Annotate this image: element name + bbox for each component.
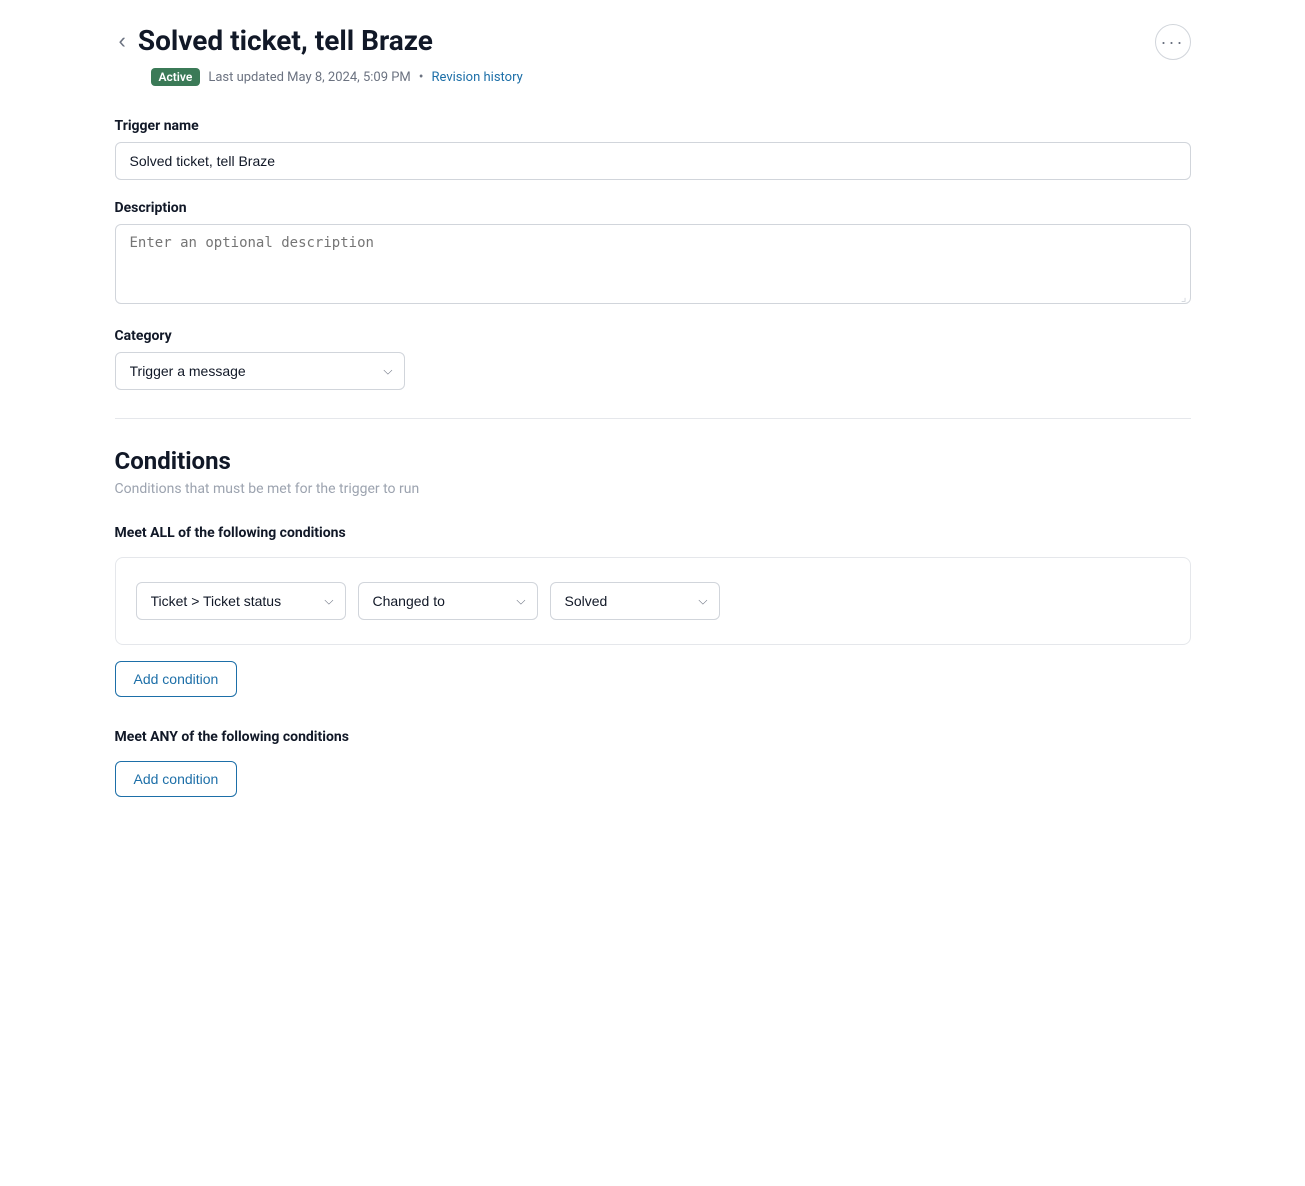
condition-operator-select[interactable]: Changed to	[358, 582, 538, 620]
page-title: Solved ticket, tell Braze	[138, 24, 433, 57]
description-wrapper: ⌟	[115, 224, 1191, 308]
add-condition-all-button[interactable]: Add condition	[115, 661, 238, 697]
resize-handle-icon: ⌟	[1181, 290, 1187, 304]
description-input[interactable]	[115, 224, 1191, 304]
conditions-subtitle: Conditions that must be met for the trig…	[115, 481, 1191, 497]
meet-all-label: Meet ALL of the following conditions	[115, 525, 1191, 541]
category-select-wrapper: Trigger a message Notify active agents O…	[115, 352, 405, 390]
meet-all-conditions-box: Ticket > Ticket status ⌵ Changed to ⌵ So…	[115, 557, 1191, 645]
trigger-name-input[interactable]	[115, 142, 1191, 180]
section-divider	[115, 418, 1191, 419]
category-select[interactable]: Trigger a message Notify active agents O…	[115, 352, 405, 390]
add-condition-any-button[interactable]: Add condition	[115, 761, 238, 797]
dot-separator: •	[419, 69, 424, 85]
description-label: Description	[115, 200, 1191, 216]
meet-any-label: Meet ANY of the following conditions	[115, 729, 1191, 745]
condition-value-wrapper: Solved ⌵	[550, 582, 720, 620]
more-options-icon: ···	[1161, 32, 1185, 53]
conditions-title: Conditions	[115, 447, 1191, 475]
status-badge: Active	[151, 68, 201, 86]
condition-operator-wrapper: Changed to ⌵	[358, 582, 538, 620]
condition-field-select[interactable]: Ticket > Ticket status	[136, 582, 346, 620]
revision-history-link[interactable]: Revision history	[432, 70, 523, 85]
more-options-button[interactable]: ···	[1155, 24, 1191, 60]
back-button[interactable]: ‹	[115, 28, 130, 54]
condition-row-1: Ticket > Ticket status ⌵ Changed to ⌵ So…	[136, 582, 1170, 620]
last-updated-text: Last updated May 8, 2024, 5:09 PM	[208, 70, 410, 85]
trigger-name-label: Trigger name	[115, 118, 1191, 134]
condition-field-wrapper: Ticket > Ticket status ⌵	[136, 582, 346, 620]
category-label: Category	[115, 328, 1191, 344]
condition-value-select[interactable]: Solved	[550, 582, 720, 620]
meet-any-section: Meet ANY of the following conditions Add…	[115, 729, 1191, 797]
